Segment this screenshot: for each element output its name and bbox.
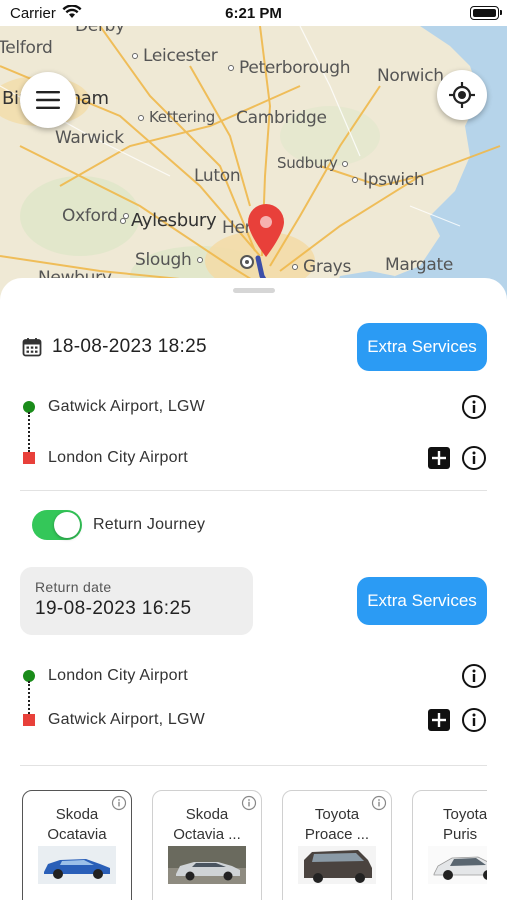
map-view[interactable]: Derby Telford Leicester Peterborough Nor… <box>0 26 507 306</box>
vehicle-image <box>38 846 116 884</box>
return-pickup-row[interactable]: London City Airport <box>20 663 487 689</box>
sheet-handle[interactable] <box>233 288 275 293</box>
my-location-button[interactable] <box>437 70 487 120</box>
return-dropoff-location: Gatwick Airport, LGW <box>48 711 205 728</box>
divider <box>20 490 487 491</box>
map-label: Slough <box>135 250 208 270</box>
return-date-field[interactable]: Return date 19-08-2023 16:25 <box>20 567 253 635</box>
vehicle-carousel[interactable]: Skoda Ocatavia Skoda Octavia ... Toyota Pro… <box>22 790 487 900</box>
vehicle-image <box>428 846 487 884</box>
vehicle-name: Toyota Puris <box>443 805 487 845</box>
map-label: Ipswich <box>352 170 425 190</box>
dropoff-location: London City Airport <box>48 449 188 466</box>
vehicle-card[interactable]: Skoda Octavia ... <box>152 790 262 900</box>
map-label: Kettering <box>138 108 215 126</box>
map-label: Peterborough <box>228 58 350 78</box>
info-icon[interactable] <box>461 663 487 689</box>
info-icon[interactable] <box>371 795 387 811</box>
dropoff-marker-icon <box>20 714 38 726</box>
return-journey-toggle-row[interactable]: Return Journey <box>32 510 205 540</box>
battery-icon <box>470 6 502 20</box>
vehicle-make: Toyota <box>314 806 360 823</box>
map-label: Aylesbury <box>120 210 217 231</box>
vehicle-name: Skoda Ocatavia <box>23 805 131 845</box>
calendar-icon <box>22 338 42 357</box>
map-label: Warwick <box>55 128 124 148</box>
info-icon[interactable] <box>461 445 487 471</box>
add-stop-icon[interactable] <box>427 446 451 470</box>
dropoff-marker-icon <box>20 452 38 464</box>
vehicle-card[interactable]: Toyota Puris <box>412 790 487 900</box>
map-label: Luton <box>194 166 241 186</box>
crosshair-icon <box>449 82 475 108</box>
vehicle-name: Skoda Octavia ... <box>153 805 261 845</box>
hamburger-icon <box>36 91 60 109</box>
map-label: Leicester <box>132 46 218 66</box>
return-journey-toggle[interactable] <box>32 510 82 540</box>
extra-services-button[interactable]: Extra Services <box>357 323 487 371</box>
map-label: Derby <box>75 26 125 36</box>
map-label: Grays <box>292 257 351 277</box>
map-label: Norwich <box>377 66 444 86</box>
dropoff-location-row[interactable]: London City Airport <box>20 445 487 471</box>
vehicle-image <box>168 846 246 884</box>
vehicle-make: Skoda <box>185 806 229 823</box>
return-date-value: 19-08-2023 16:25 <box>35 598 192 619</box>
destination-pin-icon <box>248 204 284 257</box>
map-label: Cambridge <box>236 108 327 128</box>
return-date-caption: Return date <box>35 579 112 595</box>
vehicle-image <box>298 846 376 884</box>
vehicle-model: Octavia ... <box>173 826 241 843</box>
pickup-date-row[interactable]: 18-08-2023 18:25 <box>22 336 207 358</box>
return-journey-label: Return Journey <box>93 516 206 533</box>
vehicle-model: Proace ... <box>304 826 370 843</box>
return-extra-services-button[interactable]: Extra Services <box>357 577 487 625</box>
status-bar: Carrier 6:21 PM <box>0 0 507 26</box>
vehicle-name: Toyota Proace ... <box>283 805 391 845</box>
return-pickup-location: London City Airport <box>48 667 188 684</box>
vehicle-make: Skoda <box>55 806 99 823</box>
vehicle-model: Puris <box>443 826 478 843</box>
info-icon[interactable] <box>111 795 127 811</box>
vehicle-make: Toyota <box>443 806 487 823</box>
pickup-date: 18-08-2023 18:25 <box>52 336 207 357</box>
map-label: Sudbury <box>277 154 353 172</box>
map-label: Telford <box>0 38 53 58</box>
map-label: Margate <box>385 255 454 275</box>
return-dropoff-row[interactable]: Gatwick Airport, LGW <box>20 707 487 733</box>
info-icon[interactable] <box>461 707 487 733</box>
vehicle-card[interactable]: Toyota Proace ... <box>282 790 392 900</box>
booking-sheet: 18-08-2023 18:25 Extra Services Gatwick … <box>0 278 507 900</box>
pickup-location-row[interactable]: Gatwick Airport, LGW <box>20 394 487 420</box>
divider <box>20 765 487 766</box>
add-stop-icon[interactable] <box>427 708 451 732</box>
info-icon[interactable] <box>241 795 257 811</box>
vehicle-card[interactable]: Skoda Ocatavia <box>22 790 132 900</box>
menu-button[interactable] <box>20 72 76 128</box>
pickup-location: Gatwick Airport, LGW <box>48 398 205 415</box>
info-icon[interactable] <box>461 394 487 420</box>
vehicle-model: Ocatavia <box>47 826 107 843</box>
clock: 6:21 PM <box>225 5 282 22</box>
